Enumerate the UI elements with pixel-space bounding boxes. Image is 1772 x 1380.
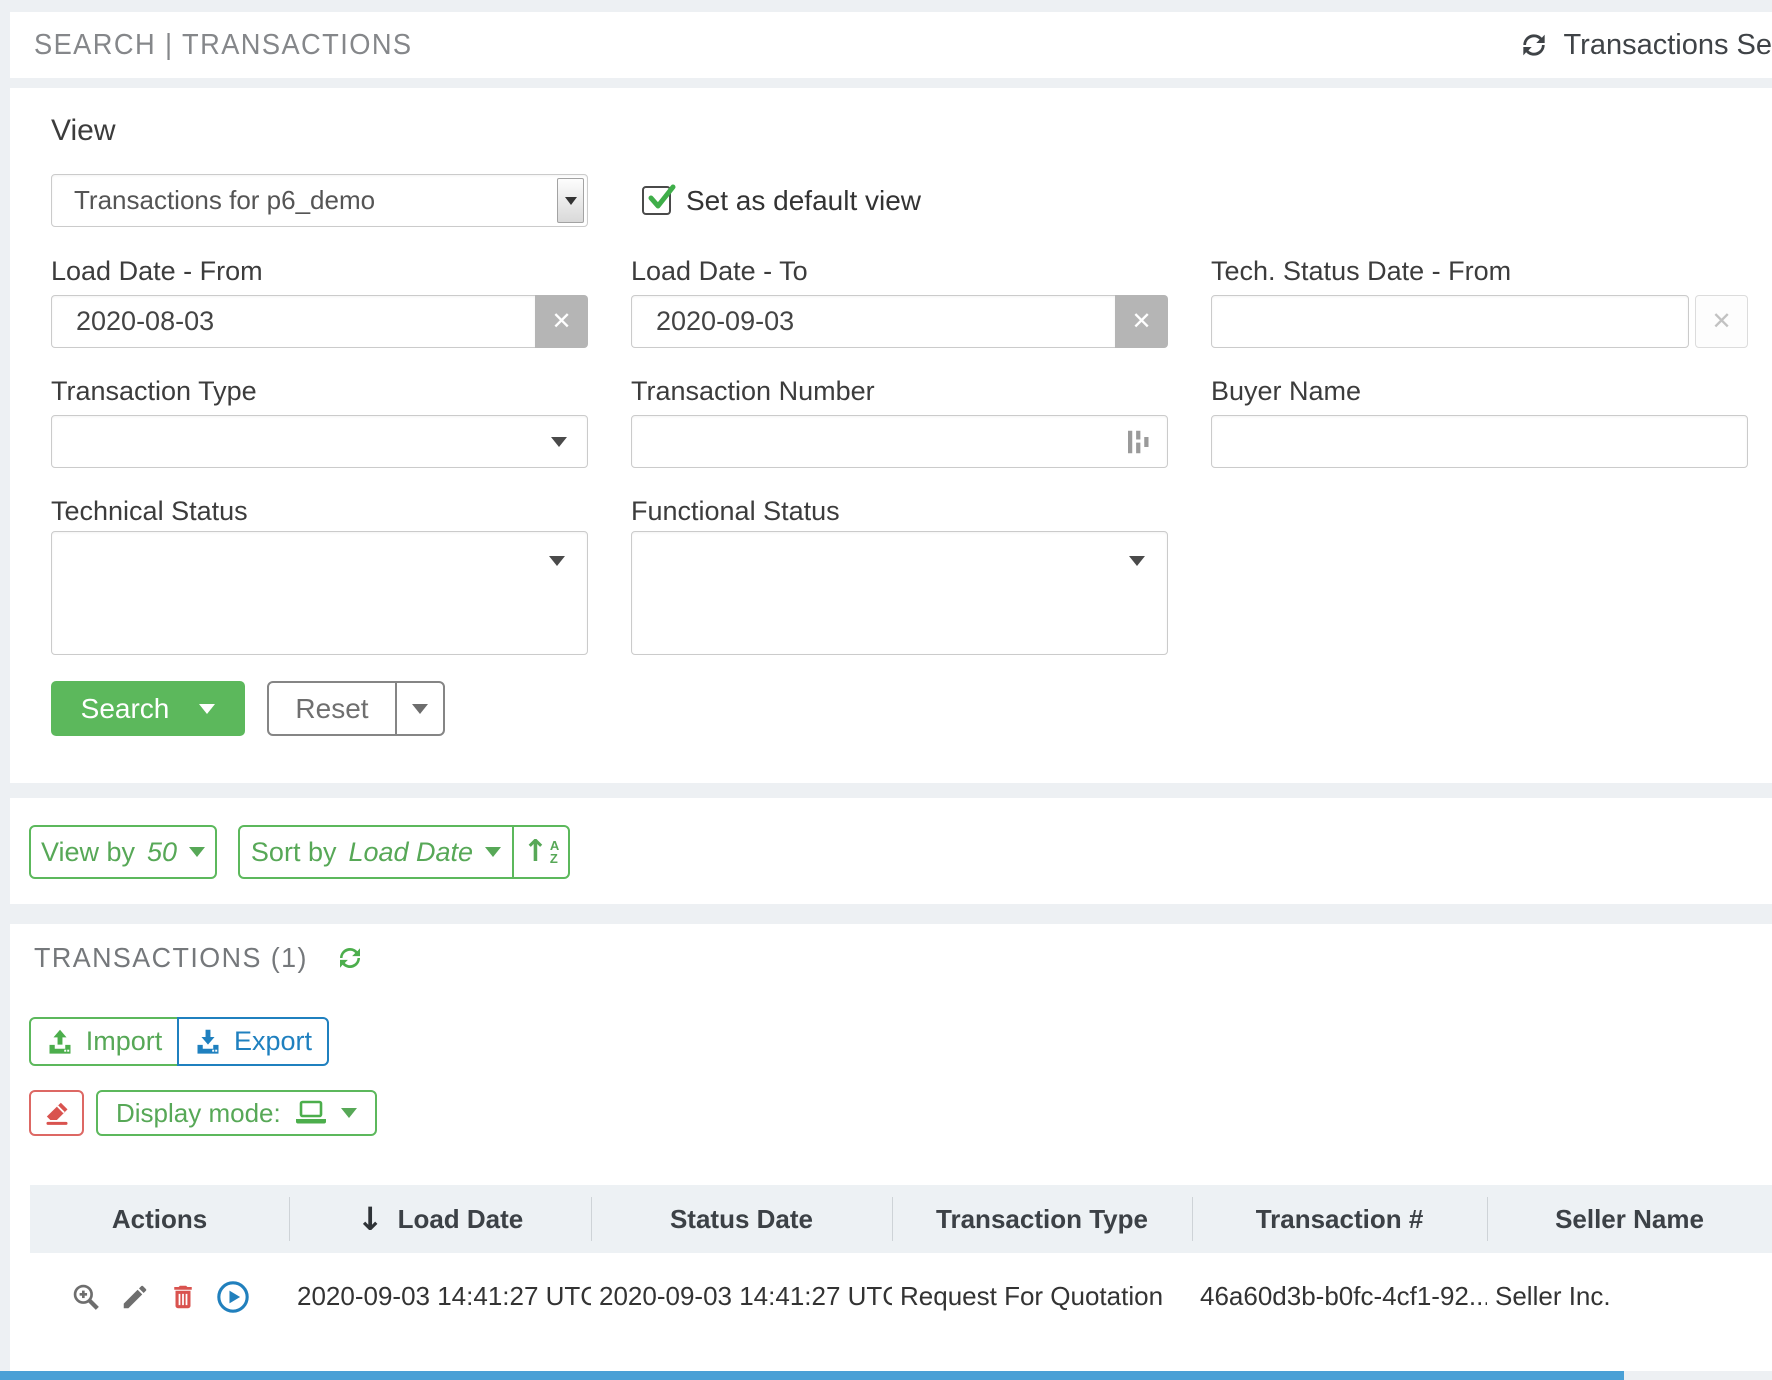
sort-by-button[interactable]: Sort by Load Date ↑ AZ [238, 825, 570, 879]
technical-status-select[interactable] [51, 531, 588, 655]
table-header: Actions ↓ Load Date Status Date Transact… [30, 1185, 1772, 1253]
buyer-name-field [1211, 415, 1748, 468]
chevron-down-icon [485, 847, 501, 857]
import-label: Import [86, 1026, 163, 1057]
clear-icon[interactable]: ✕ [1115, 295, 1168, 348]
header-action-label: Transactions Se [1564, 29, 1772, 62]
chevron-down-icon [199, 704, 215, 714]
chevron-down-icon [549, 556, 565, 566]
filter-panel: View Transactions for p6_demo Set as def… [10, 88, 1772, 783]
top-header-bar: SEARCH | TRANSACTIONS Transactions Se [10, 12, 1772, 78]
table-tools: Display mode: [29, 1090, 377, 1136]
search-button-label: Search [81, 693, 170, 725]
sort-by-main[interactable]: Sort by Load Date [240, 837, 512, 868]
reset-button[interactable]: Reset [267, 681, 445, 736]
export-label: Export [234, 1026, 312, 1057]
reset-dropdown-toggle[interactable] [395, 683, 443, 734]
search-button[interactable]: Search [51, 681, 245, 736]
list-toolbar: View by 50 Sort by Load Date ↑ AZ [10, 798, 1772, 904]
laptop-icon [293, 1098, 329, 1128]
load-date-to-group: ✕ [631, 295, 1168, 348]
functional-status-select[interactable] [631, 531, 1168, 655]
display-mode-label: Display mode: [116, 1098, 281, 1129]
sort-by-value: Load Date [348, 837, 473, 868]
clear-icon[interactable]: ✕ [535, 295, 588, 348]
column-header-actions[interactable]: Actions [30, 1185, 289, 1253]
functional-status-label: Functional Status [631, 496, 840, 527]
load-date-to-input[interactable] [656, 306, 1091, 337]
table-row: 2020-09-03 14:41:27 UTC 2020-09-03 14:41… [30, 1253, 1772, 1340]
transaction-number-label: Transaction Number [631, 376, 875, 407]
cell-load-date: 2020-09-03 14:41:27 UTC [289, 1281, 591, 1312]
column-header-load-date[interactable]: ↓ Load Date [289, 1185, 591, 1253]
download-icon [194, 1028, 222, 1056]
transactions-search-action[interactable]: Transactions Se [1518, 29, 1772, 62]
sort-direction-button[interactable]: ↑ AZ [512, 827, 568, 877]
column-header-status-date[interactable]: Status Date [591, 1185, 892, 1253]
column-header-transaction-type[interactable]: Transaction Type [892, 1185, 1192, 1253]
set-default-view-label: Set as default view [686, 185, 921, 217]
column-header-transaction-number[interactable]: Transaction # [1192, 1185, 1487, 1253]
results-header: TRANSACTIONS (1) [34, 942, 365, 974]
load-date-to-label: Load Date - To [631, 256, 808, 287]
view-label: View [51, 114, 115, 148]
technical-status-label: Technical Status [51, 496, 248, 527]
edit-icon[interactable] [120, 1280, 150, 1314]
set-default-view-checkbox[interactable] [642, 186, 671, 215]
eraser-icon [43, 1099, 71, 1127]
chevron-down-icon [551, 437, 567, 447]
results-panel: TRANSACTIONS (1) Import [10, 924, 1772, 1371]
chevron-down-icon [565, 197, 577, 205]
clear-filters-button[interactable] [29, 1090, 84, 1136]
clear-icon[interactable]: ✕ [1695, 295, 1748, 348]
tech-status-date-from-group: ✕ [1211, 295, 1748, 348]
load-date-from-group: ✕ [51, 295, 588, 348]
load-date-from-label: Load Date - From [51, 256, 263, 287]
results-title: TRANSACTIONS (1) [34, 942, 308, 974]
cell-transaction-number: 46a60d3b-b0fc-4cf1-92... [1192, 1281, 1487, 1312]
view-select[interactable]: Transactions for p6_demo [51, 174, 588, 227]
chevron-down-icon [1129, 556, 1145, 566]
delete-icon[interactable] [168, 1280, 198, 1314]
column-header-seller-name[interactable]: Seller Name [1487, 1185, 1772, 1253]
refresh-icon[interactable] [335, 943, 365, 973]
zoom-in-icon[interactable] [70, 1280, 102, 1314]
sort-alpha-asc-icon: ↑ AZ [523, 837, 560, 867]
export-button[interactable]: Export [177, 1017, 329, 1066]
tech-status-date-from-input[interactable] [1236, 306, 1664, 337]
transaction-number-input[interactable] [654, 426, 1145, 457]
tech-status-date-from-label: Tech. Status Date - From [1211, 256, 1511, 287]
bottom-scroll-strip[interactable] [0, 1371, 1624, 1380]
check-icon [645, 180, 679, 214]
view-by-button[interactable]: View by 50 [29, 825, 217, 879]
transaction-type-label: Transaction Type [51, 376, 257, 407]
cell-transaction-type: Request For Quotation [892, 1281, 1192, 1312]
transaction-type-select[interactable] [51, 415, 588, 468]
buyer-name-input[interactable] [1234, 426, 1725, 457]
barcode-icon [1123, 427, 1153, 457]
play-icon[interactable] [216, 1280, 250, 1314]
load-date-from-input[interactable] [76, 306, 511, 337]
row-actions [30, 1280, 289, 1314]
view-by-label: View by [41, 837, 135, 868]
view-select-value: Transactions for p6_demo [74, 185, 375, 216]
cell-seller-name: Seller Inc. [1487, 1281, 1772, 1312]
view-select-arrow-button[interactable] [557, 178, 584, 223]
view-by-value: 50 [147, 837, 177, 868]
chevron-down-icon [412, 704, 428, 714]
sort-descending-icon: ↓ [357, 1203, 384, 1235]
upload-icon [46, 1028, 74, 1056]
import-button[interactable]: Import [29, 1017, 179, 1066]
display-mode-button[interactable]: Display mode: [96, 1090, 377, 1136]
import-export-group: Import Export [29, 1017, 329, 1066]
buyer-name-label: Buyer Name [1211, 376, 1361, 407]
refresh-icon [1518, 29, 1550, 61]
chevron-down-icon [189, 847, 205, 857]
chevron-down-icon [341, 1108, 357, 1118]
cell-status-date: 2020-09-03 14:41:27 UTC [591, 1281, 892, 1312]
reset-button-label: Reset [269, 683, 395, 734]
sort-by-label: Sort by [251, 837, 337, 868]
page-title: SEARCH | TRANSACTIONS [34, 29, 413, 62]
transaction-number-field [631, 415, 1168, 468]
